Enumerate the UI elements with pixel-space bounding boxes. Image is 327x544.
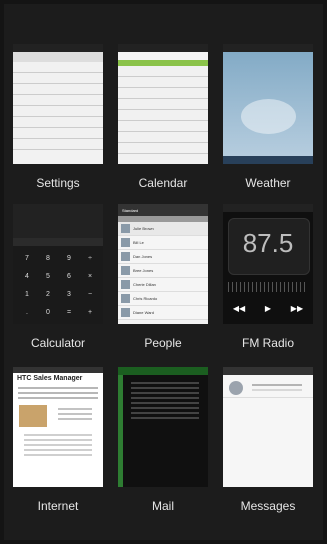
previous-icon[interactable]: ◀◀ bbox=[233, 304, 245, 313]
calculator-key[interactable]: 4 bbox=[17, 268, 37, 285]
calculator-key[interactable]: 1 bbox=[17, 286, 37, 303]
settings-label: Settings bbox=[36, 176, 80, 190]
calculator-key[interactable]: 8 bbox=[38, 250, 58, 267]
contact-name: Diane Ward bbox=[133, 310, 154, 315]
list-item[interactable]: Dan Jones bbox=[118, 250, 208, 264]
calculator-key[interactable]: + bbox=[80, 304, 100, 321]
calculator-label: Calculator bbox=[30, 336, 86, 350]
contact-name: Chris Ricardo bbox=[133, 296, 158, 301]
calculator-key[interactable]: ÷ bbox=[80, 250, 100, 267]
avatar bbox=[121, 280, 130, 289]
contact-name: Cherie Dillan bbox=[133, 282, 156, 287]
list-item[interactable]: Julie Brown bbox=[118, 222, 208, 236]
calculator-key[interactable]: 6 bbox=[59, 268, 79, 285]
internet-headline: HTC Sales Manager bbox=[17, 375, 83, 382]
article-image bbox=[19, 405, 47, 427]
people-label: People bbox=[144, 336, 182, 350]
calendar-label: Calendar bbox=[138, 176, 188, 190]
avatar bbox=[121, 224, 130, 233]
people-title: Standard bbox=[122, 207, 139, 213]
calendar-thumbnail[interactable] bbox=[118, 44, 208, 164]
list-item[interactable]: Bree Jones bbox=[118, 264, 208, 278]
play-icon[interactable]: ▶ bbox=[265, 304, 271, 313]
list-item[interactable]: Diane Ward bbox=[118, 306, 208, 320]
avatar bbox=[121, 308, 130, 317]
internet-thumbnail[interactable]: HTC Sales Manager bbox=[13, 367, 103, 487]
calculator-key[interactable]: . bbox=[17, 304, 37, 321]
fm-radio-thumbnail[interactable]: 87.5 ◀◀ ▶ ▶▶ bbox=[223, 204, 313, 324]
messages-thumbnail[interactable] bbox=[223, 367, 313, 487]
weather-thumbnail[interactable] bbox=[223, 44, 313, 164]
avatar bbox=[121, 266, 130, 275]
calculator-key[interactable]: 3 bbox=[59, 286, 79, 303]
wifi-icon bbox=[19, 72, 27, 80]
radio-frequency: 87.5 bbox=[242, 228, 294, 258]
list-item[interactable]: Chris Ricardo bbox=[118, 292, 208, 306]
next-icon[interactable]: ▶▶ bbox=[291, 304, 303, 313]
settings-thumbnail[interactable] bbox=[13, 44, 103, 164]
messages-label: Messages bbox=[240, 499, 296, 513]
calculator-key[interactable]: 9 bbox=[59, 250, 79, 267]
fm-radio-label: FM Radio bbox=[241, 336, 294, 350]
recent-apps-screen: Settings Calendar Weather 7 8 9 ÷ 4 5 6 … bbox=[4, 4, 323, 540]
mail-thumbnail[interactable] bbox=[118, 367, 208, 487]
contact-name: Bill Le bbox=[133, 240, 144, 245]
list-item[interactable]: Cherie Dillan bbox=[118, 278, 208, 292]
calculator-key[interactable]: 2 bbox=[38, 286, 58, 303]
list-item[interactable]: Bill Le bbox=[118, 236, 208, 250]
avatar bbox=[121, 238, 130, 247]
calculator-key[interactable]: 7 bbox=[17, 250, 37, 267]
internet-label: Internet bbox=[37, 499, 79, 513]
calculator-key[interactable]: × bbox=[80, 268, 100, 285]
weather-label: Weather bbox=[245, 176, 291, 190]
calculator-key[interactable]: = bbox=[59, 304, 79, 321]
contact-name: Dan Jones bbox=[133, 254, 153, 259]
avatar bbox=[121, 294, 130, 303]
calculator-key[interactable]: 0 bbox=[38, 304, 58, 321]
avatar bbox=[121, 252, 130, 261]
avatar bbox=[229, 381, 243, 395]
calculator-key[interactable]: 5 bbox=[38, 268, 58, 285]
contact-name: Julie Brown bbox=[133, 226, 154, 231]
calculator-thumbnail[interactable]: 7 8 9 ÷ 4 5 6 × 1 2 3−. 0 = + bbox=[13, 204, 103, 324]
contact-name: Bree Jones bbox=[133, 268, 154, 273]
mail-label: Mail bbox=[151, 499, 174, 513]
cloud-shape bbox=[241, 99, 296, 134]
calculator-key[interactable]: − bbox=[80, 286, 100, 303]
people-thumbnail[interactable]: Standard Julie Brown Bill Le Dan Jones Bree… bbox=[118, 204, 208, 324]
tuner-scale[interactable] bbox=[228, 282, 308, 292]
